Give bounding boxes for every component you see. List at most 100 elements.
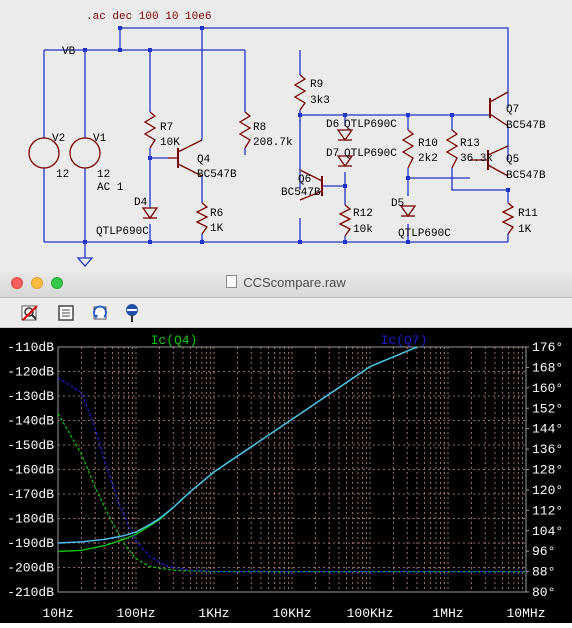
x-tick-label: 10Hz [42, 606, 73, 621]
r13-value: 36.3k [460, 153, 493, 165]
y-right-tick-label: 136° [532, 442, 563, 457]
y-left-tick-label: -110dB [7, 340, 54, 355]
net-label-vb: VB [62, 46, 76, 58]
q6-model: BC547B [281, 187, 321, 199]
ground-icon [76, 257, 94, 267]
y-left-tick-label: -150dB [7, 438, 54, 453]
window-titlebar[interactable]: CCScompare.raw [0, 268, 572, 298]
x-tick-label: 100KHz [347, 606, 394, 621]
y-left-tick-label: -180dB [7, 512, 54, 527]
resistor-r11-symbol [501, 202, 515, 235]
d4-ref: D4 [134, 197, 148, 209]
r12-ref: R12 [353, 208, 373, 220]
r11-ref: R11 [518, 208, 538, 220]
legend-ic-q4[interactable]: Ic(Q4) [151, 333, 198, 348]
led-d4-symbol [141, 207, 159, 220]
resistor-r10-symbol [401, 129, 415, 169]
x-tick-label: 1KHz [198, 606, 229, 621]
y-left-tick-label: -190dB [7, 536, 54, 551]
y-left-tick-label: -130dB [7, 389, 54, 404]
q5-model: BC547B [506, 170, 546, 182]
window-title: CCScompare.raw [0, 275, 572, 290]
r6-value: 1K [210, 223, 224, 235]
d7-ref: D7 [326, 148, 339, 160]
resistor-r9-symbol [293, 74, 307, 111]
schematic-components [28, 74, 515, 237]
q4-ref: Q4 [197, 154, 211, 166]
waveform-plot-pane[interactable]: -110dB -120dB -130dB -140dB -150dB -160dB -170… [0, 328, 572, 623]
y-left-tick-label: -140dB [7, 414, 54, 429]
v2-ref: V2 [52, 133, 65, 145]
plot-grid [57, 346, 527, 593]
r7-ref: R7 [160, 122, 173, 134]
document-icon [226, 275, 238, 288]
y-right-tick-label: 176° [532, 340, 563, 355]
d4-model: QTLP690C [96, 226, 149, 238]
y-left-tick-label: -200dB [7, 561, 54, 576]
zoom-cancel-icon[interactable] [20, 303, 40, 323]
x-tick-label: 100Hz [116, 606, 155, 621]
y-right-tick-label: 120° [532, 483, 563, 498]
q7-model: BC547B [506, 120, 546, 132]
x-tick-label: 10MHz [506, 606, 545, 621]
d6-model: QTLP690C [344, 119, 397, 131]
d7-model: QTLP690C [344, 148, 397, 160]
x-tick-label: 10KHz [272, 606, 311, 621]
r7-value: 10K [160, 137, 180, 149]
y-right-tick-label: 128° [532, 463, 563, 478]
undo-zoom-icon[interactable] [90, 303, 110, 323]
right-axis-ticks: 176° 168° 160° 152° 144° 136° 128° 120° 112° 104°… [526, 340, 563, 600]
r9-value: 3k3 [310, 95, 330, 107]
y-right-tick-label: 168° [532, 360, 563, 375]
r13-ref: R13 [460, 138, 480, 150]
y-right-tick-label: 104° [532, 524, 563, 539]
y-right-tick-label: 152° [532, 401, 563, 416]
q5-ref: Q5 [506, 154, 519, 166]
r6-ref: R6 [210, 208, 223, 220]
schematic-canvas[interactable]: .ac dec 100 10 10e6 VB V2 12 V1 12 AC 1 … [0, 0, 572, 268]
r8-ref: R8 [253, 122, 266, 134]
window-title-text: CCScompare.raw [243, 275, 346, 290]
y-right-tick-label: 96° [532, 544, 555, 559]
v2-value: 12 [56, 169, 69, 181]
x-tick-label: 1MHz [432, 606, 463, 621]
waveform-toolbar [0, 298, 572, 328]
r8-value: 208.7k [253, 137, 293, 149]
y-right-tick-label: 160° [532, 381, 563, 396]
resistor-r8-symbol [238, 111, 252, 149]
led-d6-symbol [336, 129, 354, 142]
plot-legend[interactable]: Ic(Q4) Ic(Q7) [151, 333, 428, 348]
y-left-tick-label: -120dB [7, 365, 54, 380]
y-left-tick-label: -160dB [7, 463, 54, 478]
d5-ref: D5 [391, 198, 404, 210]
y-right-tick-label: 80° [532, 585, 555, 600]
resistor-r12-symbol [338, 204, 352, 237]
schematic-svg[interactable]: .ac dec 100 10 10e6 VB V2 12 V1 12 AC 1 … [0, 0, 572, 268]
r10-value: 2k2 [418, 153, 438, 165]
q4-model: BC547B [197, 169, 237, 181]
x-axis-ticks: 10Hz 100Hz 1KHz 10KHz 100KHz 1MHz 10MHz [42, 606, 545, 621]
resistor-r7-symbol [143, 111, 157, 149]
q7-ref: Q7 [506, 104, 519, 116]
y-right-tick-label: 144° [532, 422, 563, 437]
y-right-tick-label: 112° [532, 503, 563, 518]
bode-plot[interactable]: -110dB -120dB -130dB -140dB -150dB -160dB -170… [0, 328, 572, 623]
r12-value: 10k [353, 224, 373, 236]
d5-model: QTLP690C [398, 228, 451, 240]
v1-value: 12 [97, 169, 110, 181]
v1-ac: AC 1 [97, 182, 124, 194]
resistor-r13-symbol [445, 129, 459, 169]
q6-ref: Q6 [298, 174, 311, 186]
legend-ic-q7[interactable]: Ic(Q7) [381, 333, 428, 348]
left-axis-ticks: -110dB -120dB -130dB -140dB -150dB -160dB -170… [7, 340, 54, 600]
v1-ref: V1 [93, 133, 107, 145]
y-right-tick-label: 88° [532, 565, 555, 580]
d6-ref: D6 [326, 119, 339, 131]
autorange-icon[interactable] [56, 303, 76, 323]
r10-ref: R10 [418, 138, 438, 150]
r9-ref: R9 [310, 79, 323, 91]
spice-directive[interactable]: .ac dec 100 10 10e6 [86, 11, 211, 23]
resistor-r6-symbol [195, 202, 209, 235]
y-left-tick-label: -210dB [7, 585, 54, 600]
probe-icon[interactable] [122, 303, 142, 323]
